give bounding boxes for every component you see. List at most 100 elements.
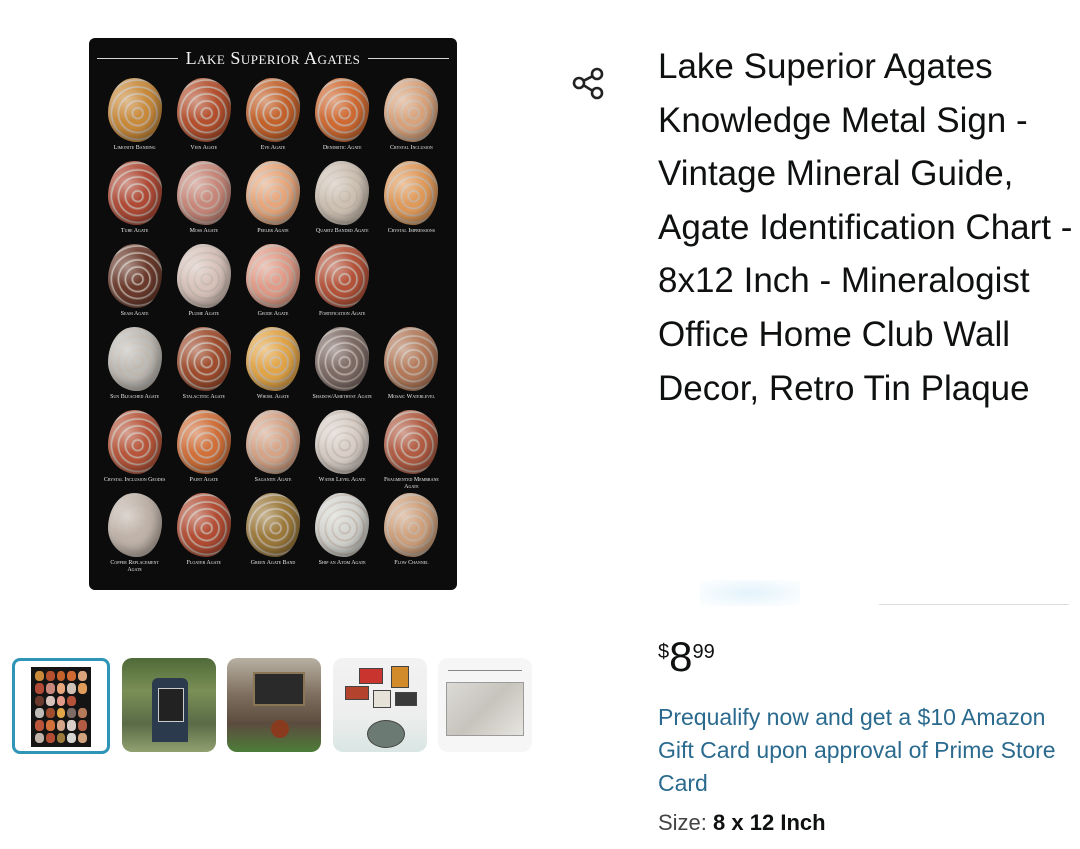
mini-agate-image	[56, 695, 66, 706]
agate-stone-image	[384, 161, 439, 225]
prequalify-link[interactable]: Prequalify now and get a $10 Amazon Gift…	[658, 701, 1078, 800]
agate-label: Moss Agate	[189, 228, 218, 234]
mini-agate-image	[56, 707, 66, 719]
agate-cell: Whorl Agate	[241, 327, 304, 408]
chicken-image	[271, 720, 289, 738]
wall-sign-3	[345, 686, 369, 700]
agate-label: Geode Agate	[257, 311, 289, 317]
mini-agate-image	[45, 720, 55, 731]
agate-cell: Water Level Agate	[311, 410, 374, 491]
mini-agate-image	[45, 683, 55, 694]
product-main-image[interactable]: Lake Superior Agates Limonite Banding Vei…	[89, 38, 457, 590]
agate-label: Tube Agate	[120, 228, 149, 234]
agate-label: Plume Agate	[188, 311, 219, 317]
agate-cell: Seam Agate	[103, 244, 166, 325]
agate-cell: Copper Replacement Agate	[103, 493, 166, 574]
mini-agate-image	[67, 683, 77, 694]
agate-label: Green Agate Band	[250, 560, 296, 566]
agate-stone-image	[384, 327, 439, 391]
agate-grid: Limonite Banding Vein Agate Eye Agate Dendr…	[103, 78, 443, 574]
agate-label: Vein Agate	[190, 145, 218, 151]
size-line: Size: 8 x 12 Inch	[658, 809, 826, 837]
agate-cell: Crystal Impressions	[380, 161, 443, 242]
agate-stone-image	[176, 327, 231, 391]
mini-agate-image	[35, 720, 44, 731]
agate-cell: Stalactitic Agate	[172, 327, 235, 408]
poster-title-row: Lake Superior Agates	[89, 48, 457, 69]
divider-glow	[700, 580, 800, 606]
price-fraction: 99	[692, 641, 715, 663]
size-value: 8 x 12 Inch	[713, 810, 826, 835]
thumb-dimensions[interactable]	[438, 658, 532, 752]
agate-cell: Flow Channel	[380, 493, 443, 574]
agate-label: Floater Agate	[186, 560, 221, 566]
agate-stone-image	[245, 327, 300, 391]
thumb-agate-chart[interactable]	[12, 658, 110, 754]
sign-on-door-image	[158, 688, 184, 722]
mini-agate-image	[45, 707, 55, 719]
agate-cell	[380, 244, 443, 325]
agate-stone-image	[315, 327, 370, 391]
agate-cell: Crystal Inclusion	[380, 78, 443, 159]
agate-cell: Tube Agate	[103, 161, 166, 242]
agate-cell: Geode Agate	[241, 244, 304, 325]
price: $ 8 99	[658, 634, 715, 680]
mini-agate-image	[45, 695, 55, 706]
agate-label: Fragmented Membrane Agate	[383, 477, 439, 490]
thumb-door-scene[interactable]	[122, 658, 216, 752]
agate-label: Water Level Agate	[318, 477, 366, 483]
mini-agate-image	[78, 732, 87, 743]
agate-cell: Ship an Atom Agate	[311, 493, 374, 574]
agate-stone-image	[315, 493, 370, 557]
agate-cell: Green Agate Band	[241, 493, 304, 574]
thumb-wall-signs[interactable]	[333, 658, 427, 752]
agate-label: Ship an Atom Agate	[318, 560, 366, 566]
mini-agate-image	[78, 671, 87, 682]
agate-cell: Peeler Agate	[241, 161, 304, 242]
mini-agate-image	[67, 732, 77, 743]
mini-agate-image	[35, 683, 44, 694]
agate-cell: Saganite Agate	[241, 410, 304, 491]
product-title: Lake Superior Agates Knowledge Metal Sig…	[658, 47, 1073, 408]
agate-label: Seam Agate	[120, 311, 149, 317]
agate-cell: Dendritic Agate	[311, 78, 374, 159]
share-icon[interactable]	[568, 62, 610, 104]
agate-cell: Limonite Banding	[103, 78, 166, 159]
agate-label: Quartz Banded Agate	[315, 228, 369, 234]
agate-label: Eye Agate	[260, 145, 286, 151]
mini-agate-image	[56, 720, 66, 731]
agate-stone-image	[384, 78, 439, 142]
agate-label: Crystal Inclusion Geodes	[103, 477, 166, 483]
agate-stone-image	[107, 410, 162, 474]
agate-label: Crystal Impressions	[387, 228, 435, 234]
agate-cell: Plume Agate	[172, 244, 235, 325]
size-label: Size:	[658, 810, 707, 835]
mini-agate-image	[35, 695, 44, 706]
thumb-agate-chart-preview	[31, 667, 91, 747]
price-symbol: $	[658, 641, 670, 663]
agate-cell: Floater Agate	[172, 493, 235, 574]
wall-sign-5	[395, 692, 417, 706]
agate-stone-image	[107, 244, 162, 308]
agate-cell: Paint Agate	[172, 410, 235, 491]
mini-agate-image	[67, 720, 77, 731]
mini-agate-image	[78, 707, 87, 719]
agate-stone-image	[107, 78, 162, 142]
agate-cell: Shadow/Amethyst Agate	[311, 327, 374, 408]
agate-stone-image	[245, 161, 300, 225]
agate-stone-image	[315, 244, 370, 308]
agate-label: Mosaic Waterlevel	[387, 394, 435, 400]
agate-stone-image	[107, 493, 162, 557]
dimension-line	[448, 670, 522, 677]
agate-stone-image	[384, 493, 439, 557]
thumb-barn-scene[interactable]	[227, 658, 321, 752]
mini-agate-image	[78, 720, 87, 731]
poster-title-rule-right	[368, 58, 450, 59]
agate-label: Paint Agate	[189, 477, 219, 483]
mini-agate-image	[56, 671, 66, 682]
agate-stone-image	[245, 493, 300, 557]
agate-label: Shadow/Amethyst Agate	[312, 394, 372, 400]
agate-stone-image	[245, 244, 300, 308]
agate-label: Fortification Agate	[319, 311, 366, 317]
agate-cell: Quartz Banded Agate	[311, 161, 374, 242]
